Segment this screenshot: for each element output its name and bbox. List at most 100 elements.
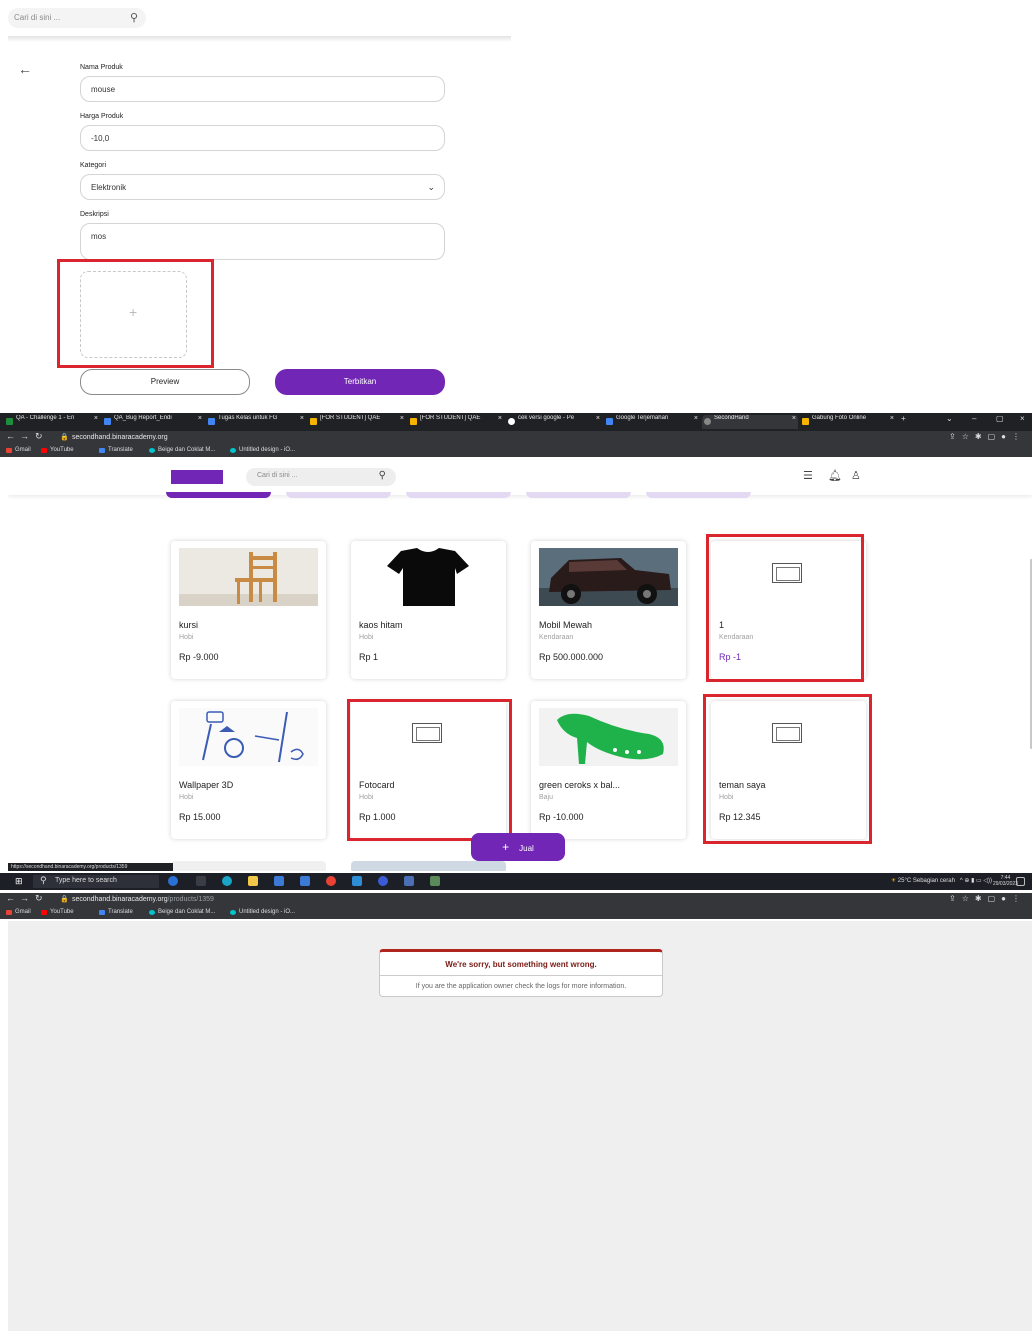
- browser-tab[interactable]: Gabung Foto Online ×: [800, 415, 896, 429]
- product-category: Hobi: [359, 634, 374, 641]
- product-card[interactable]: kursi Hobi Rp -9.000: [171, 541, 326, 679]
- highlight-box-product: [706, 534, 864, 682]
- category-select[interactable]: Elektronik ⌄: [80, 174, 445, 200]
- browser-tab[interactable]: [FOR STUDENT] QAE ×: [408, 415, 504, 429]
- bookmark-item[interactable]: Beige dan Coklat M...: [149, 447, 215, 453]
- search-input[interactable]: Cari di sini ... ⚲: [8, 8, 146, 28]
- close-icon[interactable]: ×: [198, 415, 202, 422]
- product-card[interactable]: kaos hitam Hobi Rp 1: [351, 541, 506, 679]
- close-icon[interactable]: ×: [400, 415, 404, 422]
- product-price-input[interactable]: -10,0: [80, 125, 445, 151]
- toolbar-icons[interactable]: ⇪☆✱▢●⋮: [949, 432, 1026, 441]
- app-icon[interactable]: [430, 876, 440, 886]
- product-card-partial[interactable]: [351, 861, 506, 871]
- product-card-partial[interactable]: [171, 861, 326, 871]
- taskbar-search-input[interactable]: ⚲ Type here to search: [33, 875, 159, 888]
- chrome-icon[interactable]: [326, 876, 336, 886]
- bookmark-item[interactable]: Gmail: [6, 909, 31, 915]
- tab-favicon: [704, 418, 711, 425]
- bookmark-item[interactable]: Translate: [99, 447, 133, 453]
- close-icon[interactable]: ×: [300, 415, 304, 422]
- search-placeholder: Cari di sini ...: [257, 472, 298, 479]
- close-icon[interactable]: ×: [498, 415, 502, 422]
- bookmark-item[interactable]: Beige dan Coklat M...: [149, 909, 215, 915]
- category-button[interactable]: [526, 492, 631, 498]
- user-icon[interactable]: ♙: [851, 469, 861, 482]
- bookmark-item[interactable]: Gmail: [6, 447, 31, 453]
- logo[interactable]: [171, 470, 223, 484]
- tab-favicon: [208, 418, 215, 425]
- browser-tab[interactable]: QA_Bug Report_Endi ×: [102, 415, 204, 429]
- new-tab-icon[interactable]: +: [901, 414, 906, 423]
- reload-icon[interactable]: ↻: [35, 893, 43, 904]
- close-icon[interactable]: ×: [596, 415, 600, 422]
- browser-tab[interactable]: Tugas Kelas untuk FG ×: [206, 415, 306, 429]
- browser-tab[interactable]: Google Terjemahan ×: [604, 415, 700, 429]
- notification-icon[interactable]: [1016, 877, 1025, 886]
- category-label: Kategori: [80, 162, 107, 169]
- youtube-icon: [41, 910, 47, 915]
- category-button[interactable]: [406, 492, 511, 498]
- product-card[interactable]: Mobil Mewah Kendaraan Rp 500.000.000: [531, 541, 686, 679]
- search-icon[interactable]: ⚲: [379, 470, 386, 481]
- tab-search-icon[interactable]: ⌄: [946, 414, 953, 423]
- back-icon[interactable]: ←: [6, 431, 15, 441]
- window-close-icon[interactable]: ×: [1020, 414, 1025, 423]
- weather-icon: ☀︎: [890, 878, 898, 884]
- bookmark-item[interactable]: Untitled design - iO...: [230, 909, 295, 915]
- system-clock[interactable]: 7:44 29/03/2023: [993, 875, 1018, 887]
- file-explorer-icon[interactable]: [248, 876, 258, 886]
- app-icon[interactable]: [378, 876, 388, 886]
- publish-button[interactable]: Terbitkan: [275, 369, 445, 395]
- browser-tab-active[interactable]: SecondHand ×: [702, 415, 798, 429]
- category-button[interactable]: [286, 492, 391, 498]
- browser-tab[interactable]: QA - Challenge 1 - En ×: [4, 415, 100, 429]
- product-card[interactable]: green ceroks x bal... Baju Rp -10.000: [531, 701, 686, 839]
- tab-favicon: [606, 418, 613, 425]
- search-icon[interactable]: ⚲: [130, 11, 138, 24]
- edge-icon[interactable]: [222, 876, 232, 886]
- browser-tab[interactable]: [FOR STUDENT] QAE ×: [308, 415, 406, 429]
- category-button-active[interactable]: [166, 492, 271, 498]
- vscode-icon[interactable]: [352, 876, 362, 886]
- forward-icon[interactable]: →: [20, 893, 29, 903]
- close-icon[interactable]: ×: [694, 415, 698, 422]
- toolbar-icons[interactable]: ⇪☆✱▢●⋮: [949, 894, 1026, 903]
- product-category: Baju: [539, 794, 554, 801]
- back-arrow-icon[interactable]: ←: [18, 61, 32, 77]
- bookmark-item[interactable]: Translate: [99, 909, 133, 915]
- error-page: We're sorry, but something went wrong. I…: [8, 921, 1032, 1331]
- close-icon[interactable]: ×: [94, 415, 98, 422]
- url-field[interactable]: secondhand.binaracademy.org/products/135…: [72, 896, 214, 903]
- forward-icon[interactable]: →: [20, 431, 29, 441]
- category-button[interactable]: [646, 492, 751, 498]
- close-icon[interactable]: ×: [890, 415, 894, 422]
- bookmark-item[interactable]: YouTube: [41, 909, 74, 915]
- reload-icon[interactable]: ↻: [35, 431, 43, 442]
- tab-favicon: [410, 418, 417, 425]
- bookmark-item[interactable]: Untitled design - iO...: [230, 447, 295, 453]
- product-name-input[interactable]: mouse: [80, 76, 445, 102]
- task-view-icon[interactable]: [196, 876, 206, 886]
- browser-tab[interactable]: cek versi google - Pe ×: [506, 415, 602, 429]
- product-price: Rp 15.000: [179, 812, 221, 822]
- close-icon[interactable]: ×: [792, 415, 796, 422]
- store-icon[interactable]: [274, 876, 284, 886]
- weather-widget[interactable]: ☀︎ 25°C Sebagian cerah ^ ⊕ ▮ ▭ ◁)): [891, 877, 992, 884]
- preview-button[interactable]: Preview: [80, 369, 250, 395]
- cortana-icon[interactable]: [168, 876, 178, 886]
- search-input[interactable]: Cari di sini ... ⚲: [246, 468, 396, 486]
- back-icon[interactable]: ←: [6, 893, 15, 903]
- minimize-icon[interactable]: –: [972, 414, 976, 423]
- mail-icon[interactable]: [300, 876, 310, 886]
- maximize-icon[interactable]: ▢: [996, 414, 1004, 423]
- description-textarea[interactable]: mos: [80, 223, 445, 260]
- product-card[interactable]: Wallpaper 3D Hobi Rp 15.000: [171, 701, 326, 839]
- bell-icon[interactable]: 🔔︎: [828, 469, 842, 482]
- windows-start-icon[interactable]: ⊞: [15, 876, 23, 887]
- list-icon[interactable]: ☰: [803, 469, 813, 482]
- url-field[interactable]: secondhand.binaracademy.org: [72, 434, 168, 441]
- bookmark-item[interactable]: YouTube: [41, 447, 74, 453]
- sell-button[interactable]: + Jual: [471, 833, 565, 861]
- app-icon[interactable]: [404, 876, 414, 886]
